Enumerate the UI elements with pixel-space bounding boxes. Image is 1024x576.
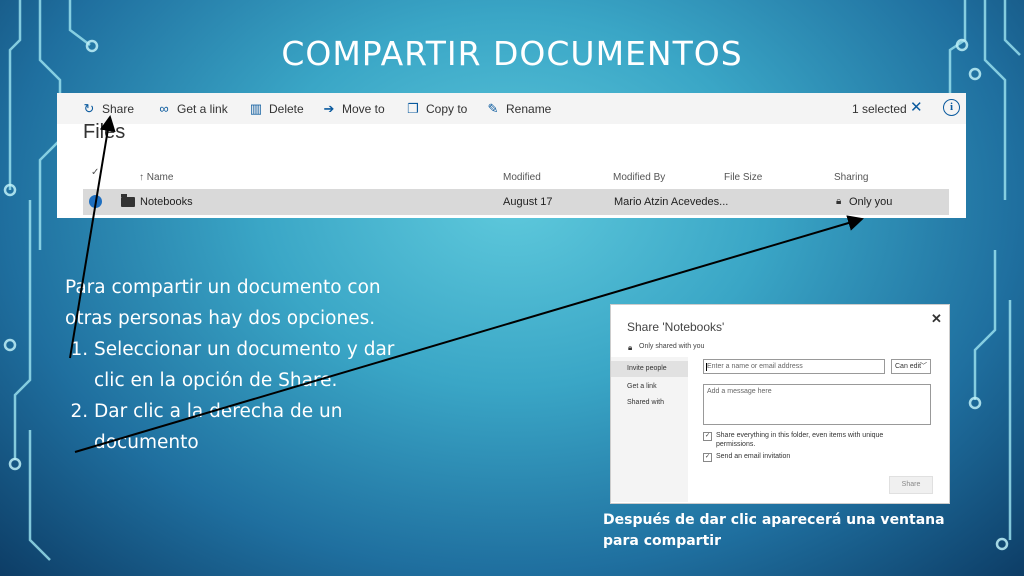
step-2: Dar clic a la derecha de un documento xyxy=(94,396,395,458)
row-modified: August 17 xyxy=(503,196,553,208)
info-icon[interactable]: i xyxy=(943,99,960,116)
rename-button[interactable]: ✎ Rename xyxy=(486,101,552,117)
delete-label: Delete xyxy=(269,102,304,116)
command-bar: ↻ Share ∞ Get a link ▥ Delete ➔ Move to … xyxy=(57,93,966,124)
selection-count: 1 selected xyxy=(852,102,907,116)
column-modified[interactable]: Modified xyxy=(503,172,541,183)
share-dialog: Share 'Notebooks' ✕ 🔒︎ Only shared with … xyxy=(610,304,950,504)
dialog-close-icon[interactable]: ✕ xyxy=(931,311,942,327)
get-link-label: Get a link xyxy=(177,101,228,116)
trash-icon: ▥ xyxy=(249,101,263,116)
delete-button[interactable]: ▥ Delete xyxy=(249,101,304,117)
rename-icon: ✎ xyxy=(487,101,499,116)
column-sharing[interactable]: Sharing xyxy=(834,172,868,183)
copy-icon: ❐ xyxy=(407,101,419,116)
dialog-caption: Después de dar clic aparecerá una ventan… xyxy=(603,512,945,549)
share-all-checkbox[interactable]: ✓ xyxy=(703,432,712,441)
column-name[interactable]: ↑ Name xyxy=(139,172,173,183)
nav-shared-with[interactable]: Shared with xyxy=(611,397,688,409)
row-modified-by: Mario Atzin Acevedes... xyxy=(614,196,729,208)
files-heading: Files xyxy=(83,121,126,143)
close-icon[interactable]: ✕ xyxy=(910,98,923,116)
slide-title: COMPARTIR DOCUMENTOS xyxy=(281,34,743,73)
share-icon: ↻ xyxy=(83,101,95,116)
row-selected-check[interactable] xyxy=(89,195,102,208)
column-file-size[interactable]: File Size xyxy=(724,172,762,183)
select-all-check[interactable]: ✓ xyxy=(91,167,99,178)
dialog-nav: Invite people Get a link Shared with xyxy=(611,357,688,502)
file-browser-panel: ↻ Share ∞ Get a link ▥ Delete ➔ Move to … xyxy=(57,93,966,218)
recipient-input[interactable]: Enter a name or email address xyxy=(703,359,885,374)
row-name[interactable]: Notebooks xyxy=(140,196,193,208)
share-submit-button[interactable]: Share xyxy=(889,476,933,494)
instructions-text: Para compartir un documento con otras pe… xyxy=(65,272,395,458)
message-textarea[interactable]: Add a message here xyxy=(703,384,931,425)
move-to-button[interactable]: ➔ Move to xyxy=(322,101,385,117)
share-button[interactable]: ↻ Share xyxy=(82,101,134,117)
link-icon: ∞ xyxy=(159,101,169,116)
steps-list: Seleccionar un documento y dar clic en l… xyxy=(65,334,395,458)
permission-select[interactable]: Can edit ﹀ xyxy=(891,359,931,374)
lock-icon: 🔒︎ xyxy=(628,343,633,352)
folder-icon xyxy=(121,194,135,207)
permission-value: Can edit xyxy=(895,363,922,370)
email-label: Send an email invitation xyxy=(716,453,791,460)
dialog-title: Share 'Notebooks' xyxy=(627,320,725,334)
copy-to-label: Copy to xyxy=(426,102,468,116)
email-checkbox[interactable]: ✓ xyxy=(703,453,712,462)
move-to-label: Move to xyxy=(342,102,385,116)
share-label: Share xyxy=(102,102,135,116)
step-1: Seleccionar un documento y dar clic en l… xyxy=(94,334,395,396)
nav-invite-people[interactable]: Invite people xyxy=(611,361,688,377)
share-all-checkbox-row[interactable]: ✓ Share everything in this folder, even … xyxy=(703,431,923,449)
row-sharing[interactable]: Only you xyxy=(849,196,892,208)
copy-to-button[interactable]: ❐ Copy to xyxy=(406,101,467,117)
move-icon: ➔ xyxy=(323,101,335,116)
get-link-button[interactable]: ∞ Get a link xyxy=(157,101,228,116)
chevron-down-icon: ﹀ xyxy=(920,363,927,370)
table-row[interactable]: Notebooks August 17 Mario Atzin Acevedes… xyxy=(83,189,949,215)
lock-icon: 🔒︎ xyxy=(836,196,842,207)
intro-paragraph: Para compartir un documento con otras pe… xyxy=(65,277,381,329)
rename-label: Rename xyxy=(506,102,552,116)
dialog-subtitle: Only shared with you xyxy=(639,343,705,350)
nav-get-link[interactable]: Get a link xyxy=(611,381,688,393)
share-all-label: Share everything in this folder, even it… xyxy=(716,432,884,448)
email-checkbox-row[interactable]: ✓ Send an email invitation xyxy=(703,452,923,462)
column-modified-by[interactable]: Modified By xyxy=(613,172,665,183)
